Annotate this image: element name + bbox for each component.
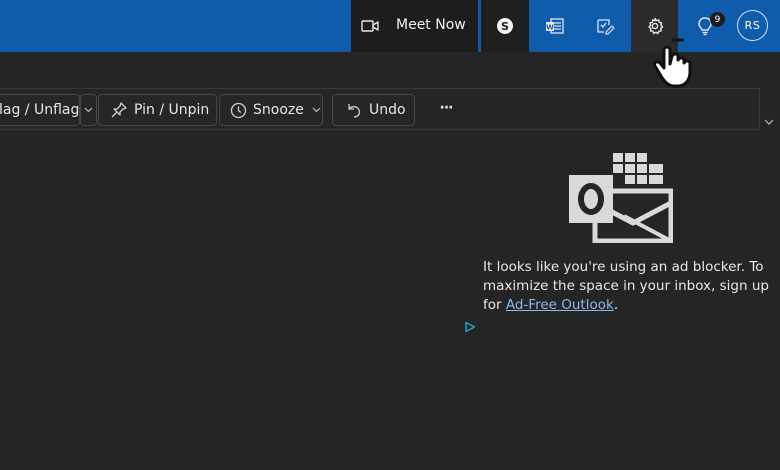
account-avatar[interactable]: RS — [737, 10, 768, 41]
word-doc-icon: W — [546, 18, 564, 34]
ad-free-outlook-link[interactable]: Ad-Free Outlook — [506, 297, 614, 313]
svg-text:W: W — [546, 24, 554, 32]
meet-now-button[interactable]: Meet Now — [351, 0, 478, 52]
flag-dropdown-button[interactable] — [80, 94, 97, 126]
snooze-label: Snooze — [253, 102, 304, 118]
undo-icon — [348, 103, 361, 118]
ad-choices-icon[interactable] — [464, 321, 476, 333]
more-options-button[interactable]: ··· — [430, 100, 462, 120]
undo-button[interactable]: Undo — [332, 94, 415, 126]
svg-text:S: S — [501, 20, 509, 33]
skype-icon: S — [497, 18, 513, 34]
toolbar-expand-chevron-icon[interactable] — [764, 119, 774, 126]
edit-checklist-icon — [597, 19, 615, 35]
chevron-down-icon — [312, 107, 321, 113]
pin-unpin-label: Pin / Unpin — [134, 102, 210, 118]
chevron-down-icon — [84, 107, 93, 113]
ad-blocker-message: It looks like you're using an ad blocker… — [483, 258, 773, 315]
hand-cursor-icon — [653, 38, 692, 88]
outlook-logo-icon — [569, 153, 673, 243]
todo-button[interactable] — [582, 0, 628, 52]
pin-unpin-button[interactable]: Pin / Unpin — [98, 94, 217, 126]
video-camera-icon — [361, 20, 379, 32]
undo-label: Undo — [369, 102, 406, 118]
flag-unflag-label: lag / Unflag — [0, 102, 80, 118]
gear-icon — [647, 17, 663, 35]
flag-unflag-button[interactable]: lag / Unflag — [0, 94, 80, 126]
pin-icon — [111, 102, 127, 118]
ad-blocker-period: . — [613, 297, 619, 313]
snooze-button[interactable]: Snooze — [219, 94, 323, 126]
clock-icon — [230, 102, 247, 118]
office-apps-button[interactable]: W — [532, 0, 578, 52]
skype-button[interactable]: S — [481, 0, 529, 52]
notification-badge: 9 — [710, 12, 725, 27]
meet-now-label: Meet Now — [396, 17, 466, 33]
